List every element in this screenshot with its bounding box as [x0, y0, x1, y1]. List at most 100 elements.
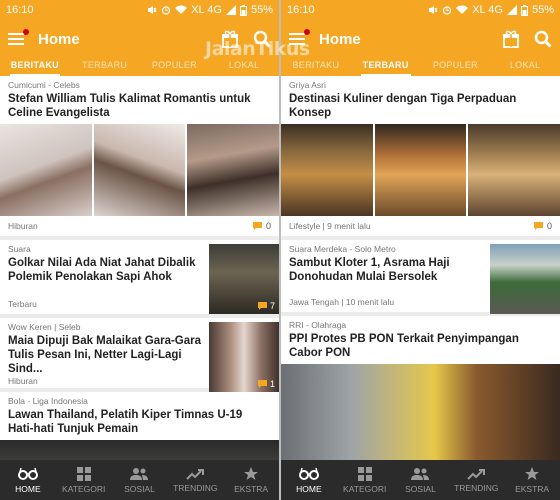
- battery-label: 55%: [250, 4, 273, 16]
- news-card[interactable]: Suara Merdeka - Solo Metro Sambut Kloter…: [281, 240, 560, 314]
- notification-dot: [304, 29, 310, 35]
- comment-count: 7: [269, 301, 275, 311]
- status-bar: 16:10 XL 4G 55%: [0, 0, 279, 20]
- battery-icon: [239, 4, 247, 16]
- tab-terbaru[interactable]: TERBARU: [70, 58, 140, 76]
- search-icon[interactable]: [534, 30, 552, 48]
- nav-label: EKSTRA: [234, 483, 269, 494]
- news-feed[interactable]: Griya Asri Destinasi Kuliner dengan Tiga…: [281, 76, 560, 460]
- glasses-icon: [17, 467, 38, 480]
- nav-sosial[interactable]: SOSIAL: [393, 460, 449, 500]
- news-image-strip[interactable]: [281, 124, 560, 216]
- nav-kategori[interactable]: KATEGORI: [56, 460, 112, 500]
- bottom-navigation: HOME KATEGORI SOSIAL TRENDING EKSTRA: [281, 460, 560, 500]
- nav-sosial[interactable]: SOSIAL: [112, 460, 168, 500]
- tab-bar: BERITAKU TERBARU POPULER LOKAL: [0, 58, 279, 76]
- network-label: XL 4G: [191, 4, 222, 16]
- trending-icon: [467, 468, 486, 480]
- news-headline[interactable]: PPI Protes PB PON Terkait Penyimpangan C…: [289, 332, 552, 360]
- battery-icon: [520, 4, 528, 16]
- tab-populer[interactable]: POPULER: [140, 58, 210, 76]
- news-thumbnail[interactable]: [490, 244, 560, 314]
- news-source: Cumicumi - Celebs: [8, 80, 80, 90]
- tab-lokal[interactable]: LOKAL: [490, 58, 560, 76]
- news-source: Wow Keren | Seleb: [8, 322, 81, 332]
- signal-icon: [225, 5, 236, 15]
- star-icon: [244, 466, 259, 480]
- comment-count: 0: [546, 221, 552, 231]
- watermark-logo: JalanTikus: [205, 38, 310, 60]
- news-source: Bola - Liga Indonesia: [8, 396, 88, 406]
- news-photo: [93, 124, 186, 216]
- news-card[interactable]: Griya Asri Destinasi Kuliner dengan Tiga…: [281, 76, 560, 236]
- comment-count: 0: [265, 221, 271, 231]
- news-photo: [187, 124, 279, 216]
- news-photo[interactable]: [281, 364, 560, 460]
- mute-icon: [429, 6, 438, 14]
- news-photo: [0, 124, 92, 216]
- news-source: Griya Asri: [289, 80, 326, 90]
- news-headline[interactable]: Destinasi Kuliner dengan Tiga Perpaduan …: [289, 92, 552, 120]
- page-title: Home: [38, 30, 80, 48]
- news-photo: [468, 124, 560, 216]
- news-card[interactable]: Cumicumi - Celebs Stefan William Tulis K…: [0, 76, 279, 236]
- news-headline[interactable]: Maia Dipuji Bak Malaikat Gara-Gara Tulis…: [8, 334, 203, 376]
- news-card[interactable]: Bola - Liga Indonesia Lawan Thailand, Pe…: [0, 392, 279, 460]
- app-bar: Home: [281, 20, 560, 58]
- network-label: XL 4G: [472, 4, 503, 16]
- comment-icon: [257, 379, 267, 388]
- news-category: Lifestyle | 9 menit lalu: [289, 221, 371, 231]
- alarm-icon: [443, 6, 452, 15]
- nav-label: SOSIAL: [124, 483, 155, 494]
- glasses-icon: [298, 467, 319, 480]
- comment-count: 1: [269, 379, 275, 389]
- nav-home[interactable]: HOME: [0, 460, 56, 500]
- news-category: Jawa Tengah | 10 menit lalu: [289, 297, 395, 307]
- wifi-icon: [456, 5, 469, 14]
- right-phone-screen: 16:10 XL 4G 55% Home BERITAKU TERBARU PO…: [281, 0, 560, 500]
- nav-label: SOSIAL: [405, 483, 436, 494]
- news-category: Terbaru: [8, 299, 37, 309]
- tab-beritaku[interactable]: BERITAKU: [281, 58, 351, 76]
- signal-icon: [506, 5, 517, 15]
- people-icon: [130, 467, 149, 480]
- nav-label: HOME: [15, 483, 41, 494]
- nav-kategori[interactable]: KATEGORI: [337, 460, 393, 500]
- news-headline[interactable]: Sambut Kloter 1, Asrama Haji Donohudan M…: [289, 256, 484, 284]
- people-icon: [411, 467, 430, 480]
- status-bar: 16:10 XL 4G 55%: [281, 0, 560, 20]
- mute-icon: [148, 6, 157, 14]
- tab-beritaku[interactable]: BERITAKU: [0, 58, 70, 76]
- gift-icon[interactable]: [502, 30, 520, 48]
- news-image-strip[interactable]: [0, 124, 279, 216]
- news-photo[interactable]: [0, 440, 279, 460]
- wifi-icon: [175, 5, 188, 14]
- left-phone-screen: 16:10 XL 4G 55% Home BERITAKU TERBARU PO…: [0, 0, 279, 500]
- news-headline[interactable]: Golkar Nilai Ada Niat Jahat Dibalik Pole…: [8, 256, 203, 284]
- nav-ekstra[interactable]: EKSTRA: [504, 460, 560, 500]
- tab-lokal[interactable]: LOKAL: [209, 58, 279, 76]
- news-card[interactable]: RRI - Olahraga PPI Protes PB PON Terkait…: [281, 316, 560, 460]
- menu-icon[interactable]: [8, 29, 29, 46]
- status-time: 16:10: [6, 4, 34, 16]
- news-card[interactable]: Suara Golkar Nilai Ada Niat Jahat Dibali…: [0, 240, 279, 314]
- news-headline[interactable]: Lawan Thailand, Pelatih Kiper Timnas U-1…: [8, 408, 271, 436]
- nav-ekstra[interactable]: EKSTRA: [223, 460, 279, 500]
- news-headline[interactable]: Stefan William Tulis Kalimat Romantis un…: [8, 92, 271, 120]
- nav-trending[interactable]: TRENDING: [448, 460, 504, 500]
- news-photo: [281, 124, 373, 216]
- news-feed[interactable]: Cumicumi - Celebs Stefan William Tulis K…: [0, 76, 279, 460]
- page-title: Home: [319, 30, 361, 48]
- nav-label: KATEGORI: [62, 483, 106, 494]
- grid-icon: [357, 466, 372, 481]
- nav-home[interactable]: HOME: [281, 460, 337, 500]
- nav-trending[interactable]: TRENDING: [167, 460, 223, 500]
- news-thumbnail[interactable]: 1: [209, 322, 279, 392]
- tab-terbaru[interactable]: TERBARU: [351, 58, 421, 76]
- nav-label: EKSTRA: [515, 483, 550, 494]
- news-card[interactable]: Wow Keren | Seleb Maia Dipuji Bak Malaik…: [0, 318, 279, 392]
- news-thumbnail[interactable]: 7: [209, 244, 279, 314]
- star-icon: [525, 466, 540, 480]
- grid-icon: [76, 466, 91, 481]
- tab-populer[interactable]: POPULER: [421, 58, 491, 76]
